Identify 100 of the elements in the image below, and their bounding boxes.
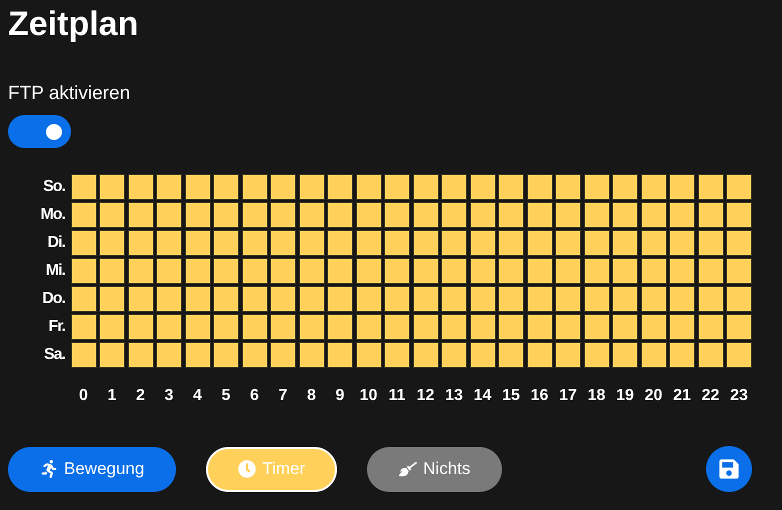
schedule-slot[interactable] [298, 174, 324, 200]
schedule-slot[interactable] [384, 174, 410, 200]
schedule-slot[interactable] [640, 286, 666, 312]
schedule-slot[interactable] [441, 202, 467, 228]
save-button[interactable] [706, 446, 752, 492]
schedule-slot[interactable] [384, 202, 410, 228]
schedule-slot[interactable] [270, 202, 296, 228]
schedule-slot[interactable] [242, 230, 268, 256]
schedule-slot[interactable] [640, 202, 666, 228]
schedule-slot[interactable] [184, 230, 210, 256]
schedule-slot[interactable] [441, 230, 467, 256]
schedule-slot[interactable] [669, 286, 695, 312]
schedule-slot[interactable] [526, 258, 552, 284]
schedule-slot[interactable] [555, 286, 581, 312]
schedule-slot[interactable] [726, 258, 752, 284]
schedule-slot[interactable] [156, 174, 182, 200]
schedule-slot[interactable] [669, 258, 695, 284]
schedule-slot[interactable] [128, 202, 154, 228]
schedule-slot[interactable] [555, 314, 581, 340]
schedule-slot[interactable] [384, 286, 410, 312]
schedule-slot[interactable] [698, 230, 724, 256]
schedule-slot[interactable] [99, 230, 125, 256]
schedule-slot[interactable] [612, 258, 638, 284]
schedule-slot[interactable] [698, 286, 724, 312]
schedule-slot[interactable] [327, 286, 353, 312]
schedule-slot[interactable] [128, 258, 154, 284]
schedule-slot[interactable] [640, 314, 666, 340]
schedule-slot[interactable] [498, 286, 524, 312]
schedule-slot[interactable] [128, 230, 154, 256]
schedule-slot[interactable] [99, 174, 125, 200]
schedule-slot[interactable] [526, 202, 552, 228]
schedule-slot[interactable] [612, 202, 638, 228]
schedule-slot[interactable] [70, 174, 96, 200]
schedule-slot[interactable] [213, 342, 239, 368]
schedule-slot[interactable] [726, 314, 752, 340]
schedule-slot[interactable] [412, 342, 438, 368]
schedule-slot[interactable] [327, 258, 353, 284]
schedule-slot[interactable] [298, 286, 324, 312]
schedule-slot[interactable] [70, 202, 96, 228]
schedule-slot[interactable] [584, 174, 610, 200]
schedule-slot[interactable] [498, 202, 524, 228]
schedule-slot[interactable] [555, 174, 581, 200]
mode-button[interactable]: Nichts [367, 446, 502, 492]
schedule-slot[interactable] [584, 314, 610, 340]
schedule-slot[interactable] [70, 286, 96, 312]
schedule-slot[interactable] [412, 174, 438, 200]
schedule-slot[interactable] [441, 174, 467, 200]
schedule-slot[interactable] [384, 314, 410, 340]
schedule-slot[interactable] [327, 314, 353, 340]
schedule-slot[interactable] [498, 174, 524, 200]
mode-button[interactable]: Bewegung [8, 446, 176, 492]
schedule-slot[interactable] [698, 258, 724, 284]
schedule-slot[interactable] [584, 258, 610, 284]
schedule-slot[interactable] [270, 258, 296, 284]
schedule-slot[interactable] [298, 314, 324, 340]
schedule-slot[interactable] [156, 286, 182, 312]
schedule-slot[interactable] [184, 174, 210, 200]
schedule-slot[interactable] [612, 314, 638, 340]
schedule-slot[interactable] [441, 258, 467, 284]
schedule-slot[interactable] [156, 202, 182, 228]
schedule-slot[interactable] [327, 342, 353, 368]
schedule-slot[interactable] [669, 174, 695, 200]
schedule-slot[interactable] [526, 314, 552, 340]
schedule-slot[interactable] [441, 314, 467, 340]
schedule-slot[interactable] [412, 258, 438, 284]
schedule-slot[interactable] [270, 174, 296, 200]
schedule-slot[interactable] [726, 286, 752, 312]
schedule-slot[interactable] [298, 258, 324, 284]
schedule-slot[interactable] [184, 342, 210, 368]
schedule-slot[interactable] [184, 258, 210, 284]
schedule-slot[interactable] [498, 258, 524, 284]
schedule-slot[interactable] [498, 230, 524, 256]
schedule-slot[interactable] [128, 314, 154, 340]
schedule-slot[interactable] [470, 230, 496, 256]
schedule-slot[interactable] [669, 314, 695, 340]
schedule-slot[interactable] [526, 342, 552, 368]
schedule-slot[interactable] [128, 342, 154, 368]
schedule-slot[interactable] [213, 258, 239, 284]
schedule-slot[interactable] [584, 230, 610, 256]
schedule-slot[interactable] [99, 202, 125, 228]
schedule-slot[interactable] [356, 202, 382, 228]
schedule-slot[interactable] [640, 230, 666, 256]
schedule-slot[interactable] [384, 230, 410, 256]
schedule-slot[interactable] [470, 202, 496, 228]
schedule-slot[interactable] [356, 286, 382, 312]
schedule-slot[interactable] [612, 342, 638, 368]
schedule-slot[interactable] [441, 286, 467, 312]
schedule-slot[interactable] [128, 286, 154, 312]
schedule-slot[interactable] [470, 174, 496, 200]
schedule-slot[interactable] [584, 202, 610, 228]
schedule-slot[interactable] [213, 174, 239, 200]
schedule-slot[interactable] [384, 258, 410, 284]
schedule-slot[interactable] [327, 174, 353, 200]
schedule-slot[interactable] [70, 342, 96, 368]
schedule-slot[interactable] [698, 174, 724, 200]
schedule-slot[interactable] [327, 202, 353, 228]
schedule-slot[interactable] [298, 342, 324, 368]
schedule-slot[interactable] [612, 174, 638, 200]
schedule-slot[interactable] [526, 286, 552, 312]
schedule-slot[interactable] [298, 202, 324, 228]
